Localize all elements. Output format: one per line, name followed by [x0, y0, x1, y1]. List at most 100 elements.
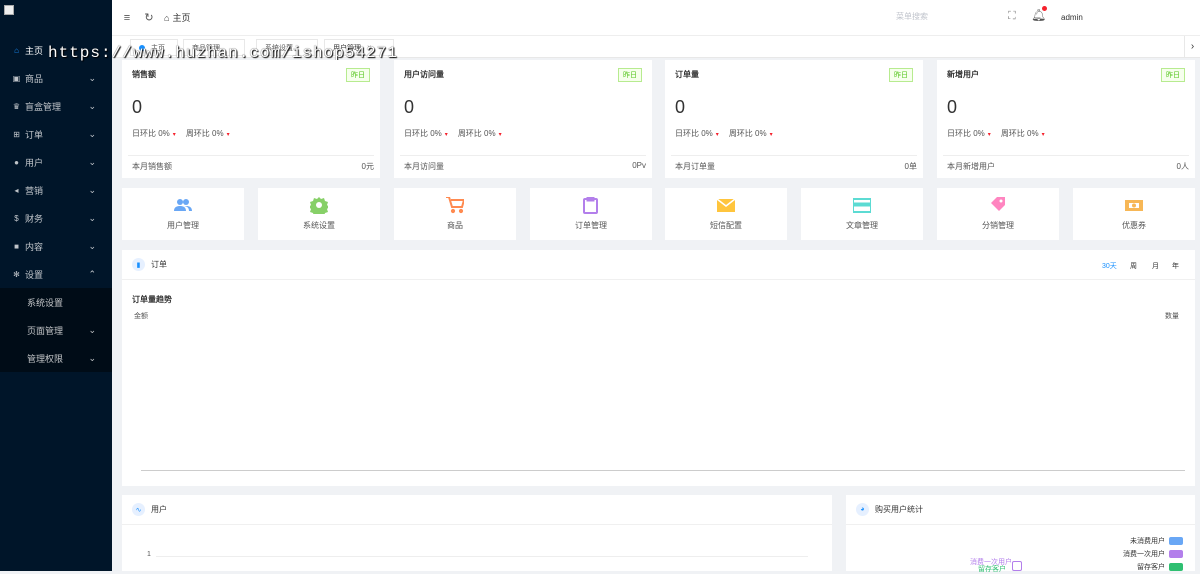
tab-label: 商品管理 [192, 44, 220, 52]
caret-down-icon: ▾ [172, 132, 176, 138]
stat-value: 0 [675, 97, 686, 117]
sidebar-item-label: 设置 [25, 269, 44, 280]
card-icon [852, 198, 872, 213]
quick-tile[interactable]: 商品 [394, 188, 516, 240]
stat-foot-label: 本月订单量 [675, 162, 715, 171]
week-compare: 周环比 0% [457, 129, 496, 138]
quick-tile[interactable]: 系统设置 [258, 188, 380, 240]
stat-title: 销售额 [132, 70, 156, 79]
order-panel-title: 订单 [151, 260, 167, 269]
clipboard-icon [583, 196, 598, 214]
chevron-icon: ⌄ [88, 72, 96, 83]
stat-card: 销售额 昨日 0 日环比 0% ▾ 周环比 0% ▾ 本月销售额 0元 [122, 60, 380, 178]
users-icon [174, 199, 192, 211]
tile-label: 短信配置 [710, 221, 742, 230]
pie-label-connector [1012, 561, 1022, 571]
user-name[interactable]: admin [1061, 13, 1083, 22]
stat-foot-label: 本月访问量 [404, 162, 444, 171]
left-axis-label: 金额 [134, 313, 148, 320]
quick-tile[interactable]: 订单管理 [530, 188, 652, 240]
week-compare: 周环比 0% [1000, 129, 1039, 138]
chevron-right-icon[interactable]: › [1184, 36, 1200, 58]
refresh-icon[interactable]: ↻ [142, 11, 156, 24]
submenu-item-label: 页面管理 [27, 325, 64, 336]
period-week[interactable]: 周 [1130, 261, 1137, 271]
chevron-down-icon: ⌄ [88, 352, 96, 363]
right-axis-label: 数量 [1165, 313, 1179, 320]
chart-title: 订单量趋势 [132, 295, 172, 304]
quick-tile[interactable]: 文章管理 [801, 188, 923, 240]
menu-toggle-icon[interactable]: ≡ [120, 12, 134, 24]
caret-down-icon: ▾ [715, 132, 719, 138]
divider [671, 155, 917, 156]
tab-home[interactable]: 主页 [130, 39, 178, 56]
legend-swatch [1169, 550, 1183, 558]
tab-users[interactable]: 用户管理 × [324, 39, 394, 56]
period-year[interactable]: 年 [1172, 261, 1179, 271]
menu-search-input[interactable]: 菜单搜索 [896, 11, 928, 22]
sidebar-item-label: 主页 [25, 45, 44, 56]
cart-icon: ⊞ [13, 129, 20, 139]
sidebar-item-label: 商品 [25, 73, 44, 84]
order-panel-header: ▮ 订单 [122, 250, 1195, 280]
sidebar-item-6[interactable]: $ 财务 ⌄ [0, 204, 112, 232]
period-30d[interactable]: 30天 [1102, 261, 1117, 271]
divider [943, 155, 1189, 156]
stat-card: 新增用户 昨日 0 日环比 0% ▾ 周环比 0% ▾ 本月新增用户 0人 [937, 60, 1195, 178]
legend-item[interactable]: 消费一次用户 [1123, 549, 1183, 559]
quick-tile[interactable]: 用户管理 [122, 188, 244, 240]
sidebar-item-5[interactable]: ◂ 营销 ⌄ [0, 176, 112, 204]
legend-item[interactable]: 未消费用户 [1130, 536, 1183, 546]
y-tick: 1 [147, 551, 151, 558]
dollar-icon: $ [14, 213, 19, 223]
stat-foot-label: 本月新增用户 [947, 162, 995, 171]
tab-goods[interactable]: 商品管理 [183, 39, 245, 56]
legend-swatch [1169, 537, 1183, 545]
submenu-item-label: 系统设置 [27, 297, 64, 308]
day-compare: 日环比 0% [675, 129, 713, 138]
tile-label: 系统设置 [303, 221, 335, 230]
submenu-item-1[interactable]: 页面管理 ⌄ [0, 316, 112, 344]
stat-foot-value: 0人 [1176, 162, 1189, 171]
stat-compare: 日环比 0% ▾ 周环比 0% ▾ [675, 128, 783, 139]
caret-down-icon: ▾ [1041, 132, 1045, 138]
grid-line [156, 556, 808, 557]
cart-icon [446, 196, 466, 214]
sidebar-item-7[interactable]: ■ 内容 ⌄ [0, 232, 112, 260]
sidebar-item-4[interactable]: ● 用户 ⌄ [0, 148, 112, 176]
tab-label: 用户管理 [333, 44, 361, 52]
sidebar-item-8[interactable]: ✻ 设置 ⌃ [0, 260, 112, 288]
sidebar-item-0[interactable]: ⌂ 主页 [0, 36, 112, 64]
quick-tile[interactable]: 分销管理 [937, 188, 1059, 240]
user-panel-header: ∿ 用户 [122, 495, 832, 525]
stat-foot-value: 0单 [904, 162, 917, 171]
trophy-icon: ♛ [12, 101, 21, 111]
settings-submenu: 系统设置 页面管理 ⌄ 管理权限 ⌄ [0, 288, 112, 372]
legend-swatch [1169, 563, 1183, 571]
sidebar-item-label: 盲盒管理 [25, 101, 62, 112]
tab-label: 主页 [151, 44, 165, 52]
stat-badge: 昨日 [346, 68, 370, 82]
period-month[interactable]: 月 [1152, 261, 1159, 271]
submenu-item-0[interactable]: 系统设置 [0, 288, 112, 316]
day-compare: 日环比 0% [947, 129, 985, 138]
stat-value: 0 [947, 97, 958, 117]
submenu-item-2[interactable]: 管理权限 ⌄ [0, 344, 112, 372]
home-icon: ⌂ [164, 12, 170, 23]
close-icon[interactable]: × [367, 43, 372, 52]
sidebar-item-label: 用户 [25, 157, 44, 168]
stat-value: 0 [404, 97, 415, 117]
sidebar-item-2[interactable]: ♛ 盲盒管理 ⌄ [0, 92, 112, 120]
tile-label: 用户管理 [167, 221, 199, 230]
fullscreen-icon[interactable]: ⛶ [1008, 10, 1016, 23]
buy-panel-header: ◕ 购买用户统计 [846, 495, 1195, 525]
user-panel-title: 用户 [151, 505, 167, 514]
quick-tile[interactable]: 优惠券 [1073, 188, 1195, 240]
sidebar: ⌂ 主页 ▣ 商品 ⌄ ♛ 盲盒管理 ⌄ ⊞ 订单 ⌄ ● 用户 ⌄ ◂ 营销 ⌄ $ 财务 ⌄ ■ 内容 ⌄ ✻ 设置 ⌃ 系统设… [0, 0, 112, 571]
tab-settings[interactable]: 系统设置 [256, 39, 318, 56]
gear-icon: ✻ [13, 269, 20, 279]
quick-tile[interactable]: 短信配置 [665, 188, 787, 240]
sidebar-item-3[interactable]: ⊞ 订单 ⌄ [0, 120, 112, 148]
sidebar-item-1[interactable]: ▣ 商品 ⌄ [0, 64, 112, 92]
chevron-icon: ⌄ [88, 184, 96, 195]
